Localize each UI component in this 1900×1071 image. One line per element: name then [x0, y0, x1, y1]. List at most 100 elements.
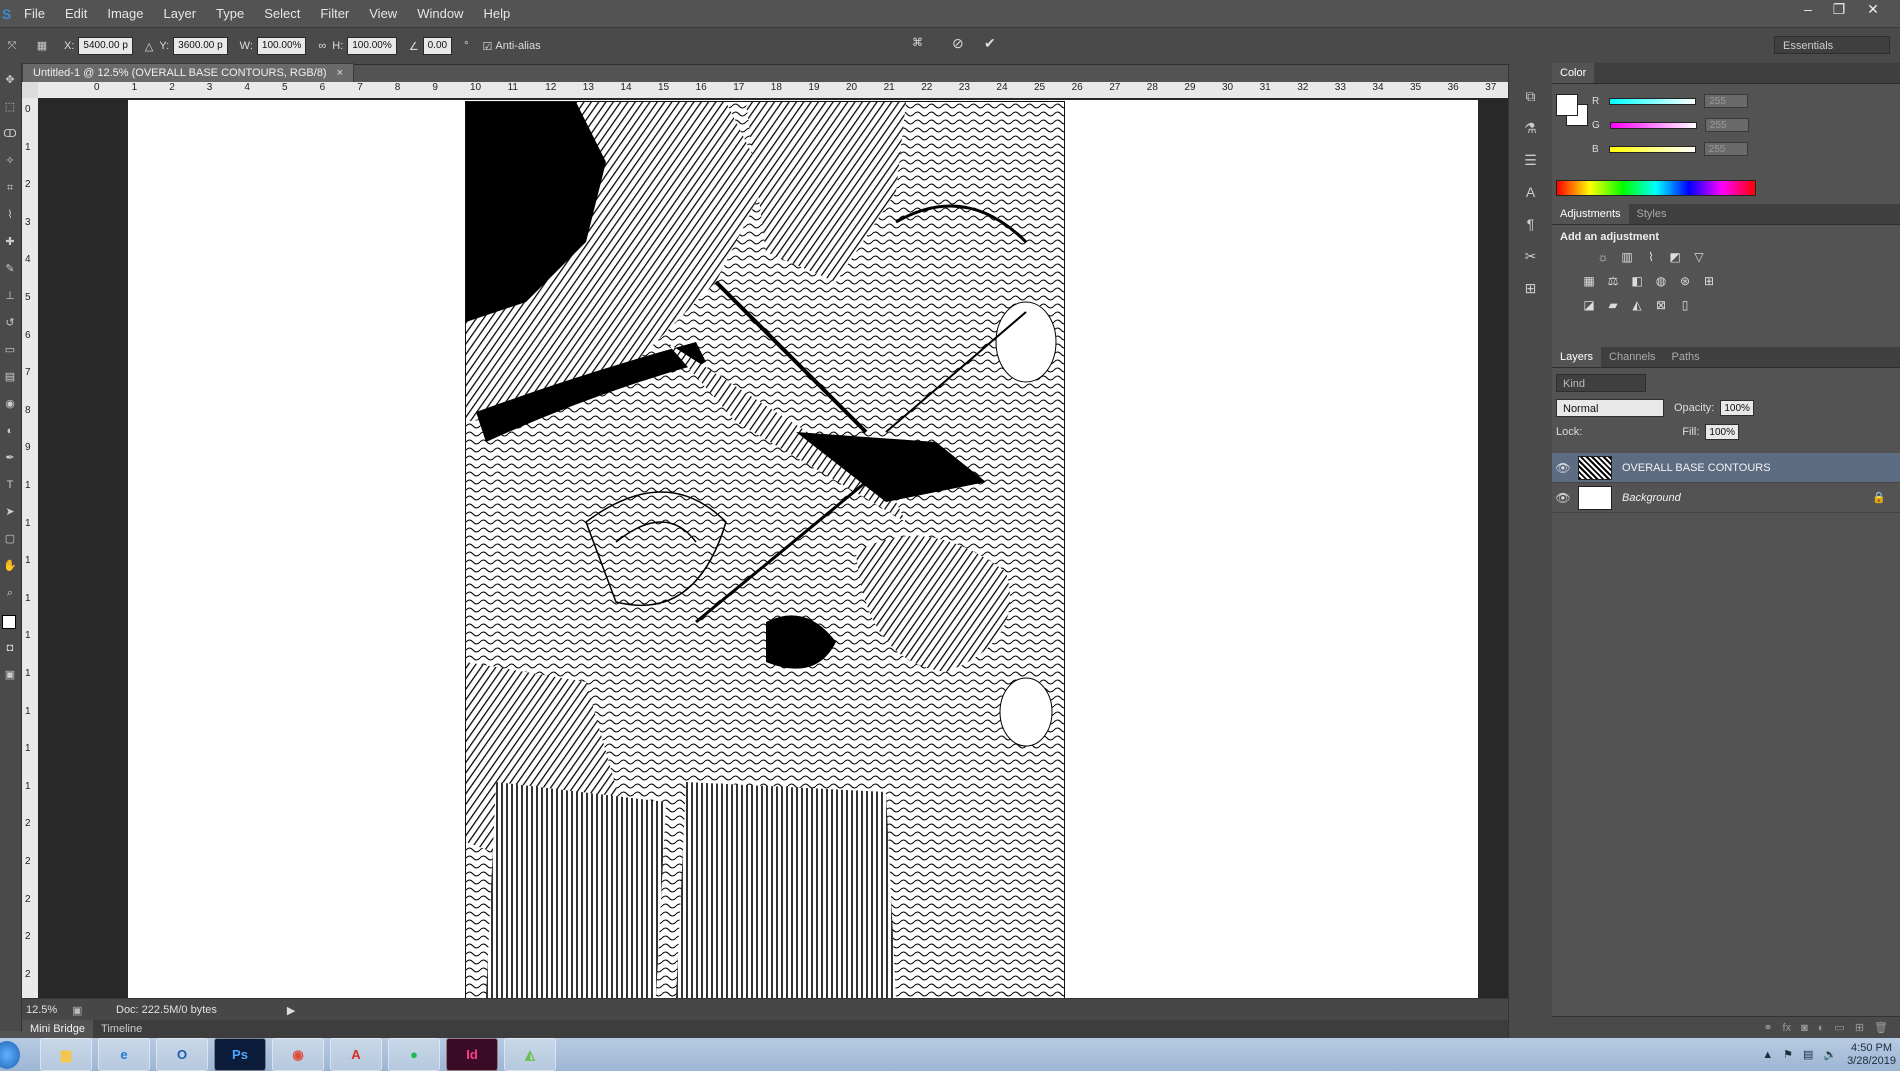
exposure-icon[interactable]: ◩	[1666, 249, 1684, 265]
acrobat-icon[interactable]: A	[330, 1038, 382, 1071]
hand-tool-icon[interactable]: ✋	[2, 558, 18, 574]
warp-icon[interactable]: ⌘	[912, 36, 923, 49]
restore-button[interactable]: ❐	[1826, 0, 1852, 20]
file-explorer-icon[interactable]: ▆	[40, 1038, 92, 1071]
path-selection-icon[interactable]: ➤	[2, 504, 18, 520]
clone-stamp-icon[interactable]: ⊥	[2, 288, 18, 304]
contour-map-layer[interactable]	[465, 101, 1065, 999]
crop-tool-icon[interactable]: ⌗	[2, 180, 18, 196]
vibrance-icon[interactable]: ▽	[1690, 249, 1708, 265]
spotify-icon[interactable]: ●	[388, 1038, 440, 1071]
green-value[interactable]: 255	[1704, 118, 1749, 132]
menu-image[interactable]: Image	[97, 0, 153, 27]
channel-mixer-icon[interactable]: ⊛	[1676, 273, 1694, 289]
screen-mode-icon[interactable]: ▣	[2, 667, 18, 683]
eyedropper-tool-icon[interactable]: ⌇	[2, 207, 18, 223]
history-brush-icon[interactable]: ↺	[2, 315, 18, 331]
gradient-map-icon[interactable]: ▯	[1676, 297, 1694, 313]
blend-mode-select[interactable]: Normal	[1556, 399, 1664, 417]
reference-point-icon[interactable]: ▦	[34, 38, 50, 54]
green-slider[interactable]	[1609, 121, 1697, 129]
visibility-eye-icon[interactable]: 👁	[1552, 491, 1574, 505]
tab-adjustments[interactable]: Adjustments	[1552, 204, 1629, 224]
minimize-button[interactable]: –	[1795, 0, 1821, 20]
quick-mask-icon[interactable]: ◘	[2, 640, 18, 656]
actions-icon[interactable]: ⚗	[1520, 117, 1542, 139]
document-tab[interactable]: Untitled-1 @ 12.5% (OVERALL BASE CONTOUR…	[22, 63, 355, 83]
zoom-level[interactable]: 12.5%	[26, 1004, 62, 1016]
new-layer-icon[interactable]: ⊞	[1855, 1021, 1864, 1034]
curves-icon[interactable]: ⌇	[1642, 249, 1660, 265]
commit-transform-icon[interactable]: ✔	[984, 35, 996, 52]
red-value[interactable]: 255	[1704, 94, 1749, 108]
dodge-tool-icon[interactable]: ◐	[2, 423, 18, 439]
layer-name[interactable]: OVERALL BASE CONTOURS	[1622, 462, 1771, 474]
layer-style-icon[interactable]: fx	[1783, 1022, 1792, 1034]
vertical-ruler[interactable]: 0 1 2 3 4 5 6 7 8 9 1 1 1 1 1 1 1 1 1 2 2 2 2 2	[22, 98, 39, 998]
close-document-icon[interactable]: ×	[337, 67, 343, 79]
tab-styles[interactable]: Styles	[1629, 204, 1675, 224]
selective-color-icon[interactable]: ⊠	[1652, 297, 1670, 313]
character-icon[interactable]: A	[1520, 181, 1542, 203]
chrome-icon[interactable]: ◉	[272, 1038, 324, 1071]
brightness-icon[interactable]: ☼	[1594, 249, 1612, 265]
hue-saturation-icon[interactable]: ▦	[1580, 273, 1598, 289]
workspace-switcher[interactable]: Essentials	[1774, 36, 1890, 54]
blue-value[interactable]: 255	[1703, 142, 1748, 156]
healing-brush-icon[interactable]: ✚	[2, 234, 18, 250]
threshold-icon[interactable]: ◭	[1628, 297, 1646, 313]
photoshop-taskbar-icon[interactable]: Ps	[214, 1038, 266, 1071]
fill-field[interactable]: 100%	[1705, 424, 1740, 440]
blue-slider[interactable]	[1608, 145, 1696, 153]
w-field[interactable]: 100.00%	[256, 37, 307, 55]
internet-explorer-icon[interactable]: e	[98, 1038, 150, 1071]
black-white-icon[interactable]: ◧	[1628, 273, 1646, 289]
marquee-tool-icon[interactable]: ⬚	[2, 99, 18, 115]
link-icon[interactable]: ∞	[318, 40, 326, 52]
lasso-tool-icon[interactable]: ↀ	[2, 126, 18, 142]
zoom-tool-icon[interactable]: ⌕	[2, 585, 18, 601]
tray-arrow-icon[interactable]: ▲	[1762, 1049, 1773, 1061]
add-mask-icon[interactable]: ◙	[1801, 1022, 1808, 1034]
clock[interactable]: 4:50 PM 3/28/2019	[1847, 1042, 1896, 1068]
layer-row-overall-base-contours[interactable]: 👁 OVERALL BASE CONTOURS	[1552, 453, 1900, 483]
menu-layer[interactable]: Layer	[154, 0, 207, 27]
tab-timeline[interactable]: Timeline	[93, 1020, 150, 1038]
brush-tool-icon[interactable]: ✎	[2, 261, 18, 277]
visibility-eye-icon[interactable]: 👁	[1552, 461, 1574, 475]
antialias-checkbox[interactable]: ☑	[482, 40, 492, 53]
menu-view[interactable]: View	[359, 0, 407, 27]
tab-layers[interactable]: Layers	[1552, 347, 1602, 367]
opacity-field[interactable]: 100%	[1720, 400, 1755, 416]
menu-file[interactable]: File	[14, 0, 55, 27]
x-field[interactable]: 5400.00 p	[78, 37, 133, 55]
layer-comps-icon[interactable]: ⊞	[1520, 277, 1542, 299]
angle-field[interactable]: 0.00	[422, 37, 453, 55]
move-tool-icon[interactable]: ✥	[2, 72, 18, 88]
outlook-icon[interactable]: O	[156, 1038, 208, 1071]
properties-icon[interactable]: ☰	[1520, 149, 1542, 171]
color-spectrum[interactable]	[1556, 180, 1756, 196]
levels-icon[interactable]: ▥	[1618, 249, 1636, 265]
paragraph-icon[interactable]: ¶	[1520, 213, 1542, 235]
photo-filter-icon[interactable]: ◍	[1652, 273, 1670, 289]
layer-row-background[interactable]: 👁 Background 🔒	[1552, 483, 1900, 513]
shape-tool-icon[interactable]: ▢	[2, 531, 18, 547]
y-field[interactable]: 3600.00 p	[173, 37, 228, 55]
eraser-tool-icon[interactable]: ▭	[2, 342, 18, 358]
status-menu-icon[interactable]: ▣	[72, 1004, 86, 1017]
start-button[interactable]	[0, 1040, 20, 1069]
indesign-icon[interactable]: Id	[446, 1038, 498, 1071]
flag-icon[interactable]: ⚑	[1783, 1048, 1793, 1061]
close-button[interactable]: ✕	[1860, 0, 1886, 20]
menu-window[interactable]: Window	[407, 0, 473, 27]
red-slider[interactable]	[1609, 97, 1697, 105]
ruler-origin[interactable]	[22, 82, 38, 98]
cancel-transform-icon[interactable]: ⊘	[952, 35, 964, 52]
menu-edit[interactable]: Edit	[55, 0, 97, 27]
foreground-color-swatch[interactable]	[2, 615, 16, 629]
tab-color[interactable]: Color	[1552, 63, 1595, 83]
magic-wand-tool-icon[interactable]: ✧	[2, 153, 18, 169]
menu-type[interactable]: Type	[206, 0, 254, 27]
network-icon[interactable]: ▤	[1803, 1048, 1813, 1061]
